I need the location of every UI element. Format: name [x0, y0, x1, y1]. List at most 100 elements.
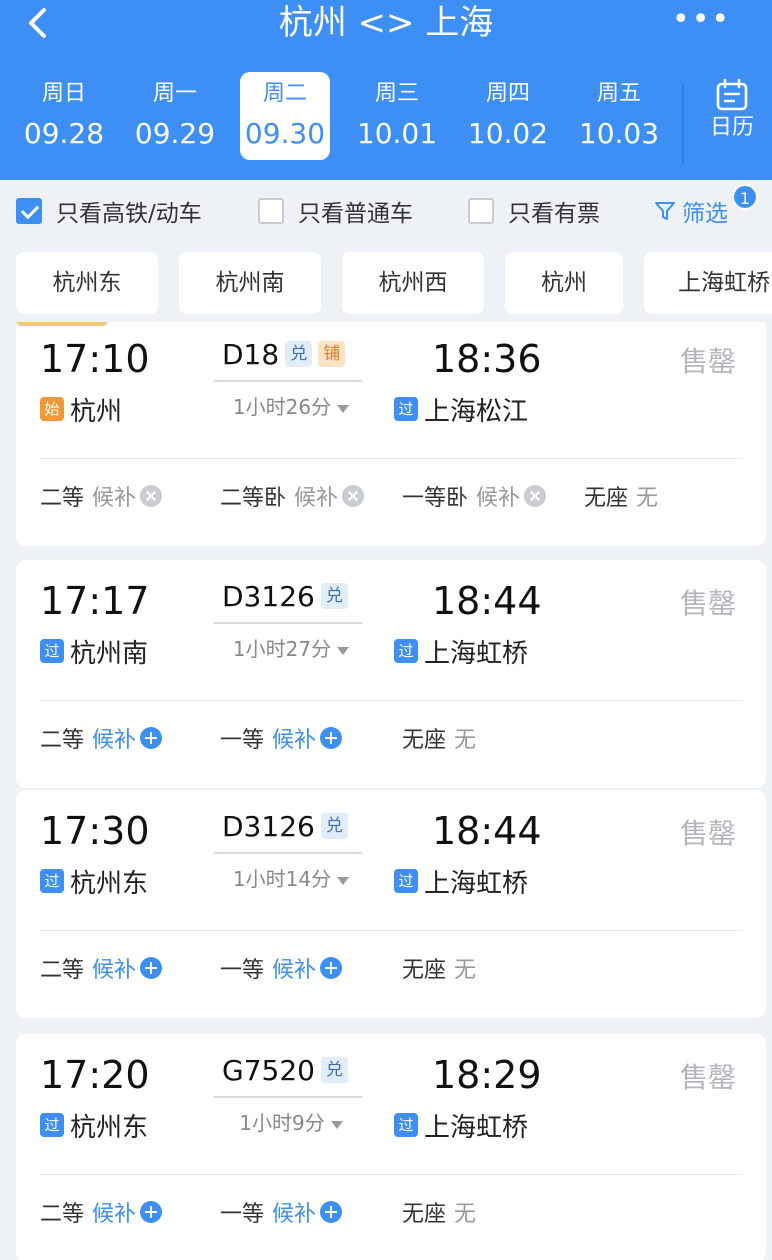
close-circle-icon — [524, 485, 547, 507]
station-chip-hangzhou[interactable]: 杭州 — [505, 252, 623, 314]
train-list: 17:10 D18 兑 铺 18:36 1小时26分 始 杭州 过 上海松江 售… — [0, 322, 772, 1260]
arrival-station: 过 上海虹桥 — [394, 862, 528, 900]
seat-name: 二等 — [40, 958, 85, 983]
weekday-label: 周三 — [374, 81, 419, 106]
seat-name: 二等 — [40, 728, 85, 753]
seat-second-class[interactable]: 二等 候补 — [40, 722, 163, 754]
station-chip-hangzhouxi[interactable]: 杭州西 — [342, 252, 484, 314]
seat-second-class[interactable]: 二等 候补 — [40, 1196, 163, 1228]
pass-badge: 过 — [394, 1113, 418, 1137]
origin-badge: 始 — [40, 397, 64, 421]
more-menu-button[interactable]: ••• — [672, 5, 729, 38]
train-number: D18 兑 铺 — [222, 337, 346, 371]
seat-second-class[interactable]: 二等 候补 — [40, 952, 163, 984]
seat-name: 一等 — [220, 728, 265, 753]
filter-button-label: 筛选 — [682, 201, 728, 227]
departure-station-name: 杭州 — [70, 396, 123, 427]
weekday-label: 周五 — [596, 81, 641, 106]
departure-time: 17:30 — [40, 809, 150, 853]
plus-circle-icon[interactable] — [140, 727, 163, 749]
date-tab-0929[interactable]: 周一 09.29 — [127, 72, 223, 160]
train-number-text: D3126 — [222, 579, 315, 613]
filter-button[interactable]: 筛选 — [654, 194, 728, 228]
plus-circle-icon[interactable] — [320, 727, 343, 749]
weekday-label: 周一 — [152, 81, 197, 106]
arrival-station-name: 上海松江 — [424, 396, 529, 427]
train-card[interactable]: 17:10 D18 兑 铺 18:36 1小时26分 始 杭州 过 上海松江 售… — [16, 322, 766, 546]
funnel-icon — [655, 202, 675, 220]
filter-available-checkbox[interactable]: 只看有票 — [468, 196, 600, 227]
date-label: 10.03 — [578, 117, 660, 150]
station-chip-hangzhounan[interactable]: 杭州南 — [179, 252, 321, 314]
route-line — [214, 380, 362, 382]
seat-second-sleeper: 二等卧 候补 — [220, 480, 365, 512]
station-chip-hangzhoudong[interactable]: 杭州东 — [16, 252, 158, 314]
pass-badge: 过 — [394, 869, 418, 893]
weekday-label: 周日 — [41, 81, 86, 106]
seat-status: 候补 — [476, 486, 521, 511]
caret-down-icon — [330, 1120, 343, 1129]
duration-toggle[interactable]: 1小时27分 — [216, 634, 366, 664]
departure-time: 17:20 — [40, 1053, 150, 1097]
calendar-button[interactable]: 日历 — [692, 74, 772, 164]
plus-circle-icon[interactable] — [140, 957, 163, 979]
arrival-station: 过 上海虹桥 — [394, 1106, 528, 1144]
departure-station: 过 杭州东 — [40, 862, 148, 900]
plus-circle-icon[interactable] — [320, 1201, 343, 1223]
seat-name: 无座 — [402, 1202, 447, 1227]
filter-normal-checkbox[interactable]: 只看普通车 — [258, 196, 413, 227]
arrival-time: 18:44 — [432, 579, 542, 623]
seat-status: 无 — [454, 1202, 477, 1227]
date-tab-0930-selected[interactable]: 周二 09.30 — [240, 72, 330, 160]
train-number-text: D18 — [222, 337, 280, 371]
train-card[interactable]: 17:30 D3126 兑 18:44 1小时14分 过 杭州东 过 上海虹桥 … — [16, 790, 766, 1018]
train-card[interactable]: 17:17 D3126 兑 18:44 1小时27分 过 杭州南 过 上海虹桥 … — [16, 560, 766, 788]
seat-first-class[interactable]: 一等 候补 — [220, 1196, 343, 1228]
duration-toggle[interactable]: 1小时9分 — [216, 1108, 366, 1138]
seat-name: 二等卧 — [220, 486, 287, 511]
card-divider — [40, 700, 742, 701]
exchange-tag: 兑 — [285, 341, 313, 367]
date-label: 09.28 — [23, 117, 105, 150]
plus-circle-icon[interactable] — [320, 957, 343, 979]
train-number-text: G7520 — [222, 1053, 315, 1087]
seat-name: 二等 — [40, 486, 85, 511]
date-tab-1002[interactable]: 周四 10.02 — [460, 72, 556, 160]
departure-station-name: 杭州东 — [70, 1112, 149, 1143]
checkbox-unchecked-icon — [258, 198, 284, 224]
seat-name: 二等 — [40, 1202, 85, 1227]
card-divider — [40, 458, 742, 459]
calendar-divider — [682, 84, 684, 164]
seat-name: 一等 — [220, 1202, 265, 1227]
seat-second-class: 二等 候补 — [40, 480, 163, 512]
pass-badge: 过 — [40, 1113, 64, 1137]
pass-badge: 过 — [40, 869, 64, 893]
date-tab-1003[interactable]: 周五 10.03 — [571, 72, 667, 160]
seat-first-class[interactable]: 一等 候补 — [220, 952, 343, 984]
sold-out-status: 售罄 — [680, 587, 737, 620]
plus-circle-icon[interactable] — [140, 1201, 163, 1223]
date-label: 09.29 — [134, 117, 216, 150]
seat-first-class[interactable]: 一等 候补 — [220, 722, 343, 754]
card-divider — [40, 1174, 742, 1175]
exchange-tag: 兑 — [320, 583, 348, 609]
arrival-station-name: 上海虹桥 — [424, 638, 529, 669]
duration-text: 1小时26分 — [232, 395, 332, 419]
duration-toggle[interactable]: 1小时26分 — [216, 392, 366, 422]
pass-badge: 过 — [394, 639, 418, 663]
filter-label: 只看高铁/动车 — [56, 201, 202, 227]
route-title: 杭州 <> 上海 — [278, 3, 494, 43]
duration-toggle[interactable]: 1小时14分 — [216, 864, 366, 894]
seat-no-seat: 无座 无 — [402, 722, 476, 754]
train-card[interactable]: 17:20 G7520 兑 18:29 1小时9分 过 杭州东 过 上海虹桥 售… — [16, 1034, 766, 1260]
station-chip-shanghaihongqiao[interactable]: 上海虹桥 — [644, 252, 772, 314]
back-chevron-icon[interactable] — [22, 6, 56, 40]
arrival-station: 过 上海虹桥 — [394, 632, 528, 670]
train-number: D3126 兑 — [222, 579, 348, 613]
calendar-label: 日历 — [709, 115, 754, 140]
seat-name: 无座 — [402, 958, 447, 983]
date-tab-1001[interactable]: 周三 10.01 — [349, 72, 445, 160]
departure-station: 过 杭州东 — [40, 1106, 148, 1144]
date-tab-0928[interactable]: 周日 09.28 — [16, 72, 112, 160]
filter-high-speed-checkbox[interactable]: 只看高铁/动车 — [16, 196, 202, 227]
